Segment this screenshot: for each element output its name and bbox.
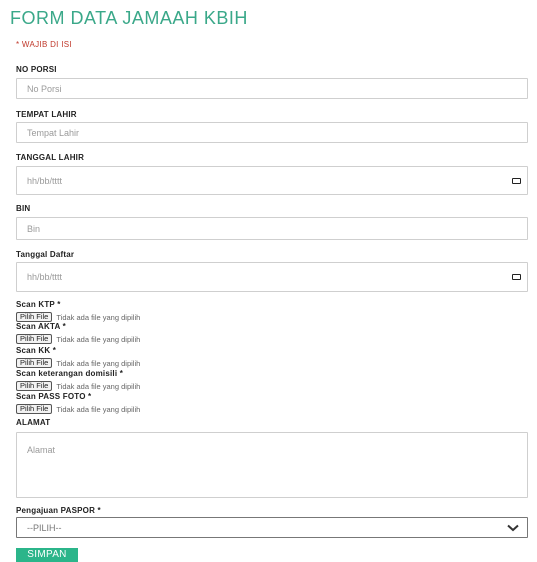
- no-porsi-label: NO PORSI: [16, 65, 57, 74]
- scan-foto-label: Scan PASS FOTO *: [16, 392, 92, 401]
- scan-ktp-file: Pilih File Tidak ada file yang dipilih: [16, 312, 140, 322]
- tempat-lahir-placeholder: Tempat Lahir: [27, 127, 80, 138]
- simpan-button[interactable]: SIMPAN: [16, 548, 78, 562]
- scan-kk-file: Pilih File Tidak ada file yang dipilih: [16, 358, 140, 368]
- calendar-icon[interactable]: [512, 274, 521, 280]
- scan-foto-file: Pilih File Tidak ada file yang dipilih: [16, 404, 140, 414]
- form-title: FORM DATA JAMAAH KBIH: [10, 8, 248, 28]
- scan-akta-label: Scan AKTA *: [16, 322, 66, 331]
- paspor-selected-value: --PILIH--: [27, 522, 62, 533]
- chevron-down-icon: [507, 524, 519, 531]
- tempat-lahir-label: TEMPAT LAHIR: [16, 110, 77, 119]
- file-status: Tidak ada file yang dipilih: [56, 334, 141, 344]
- choose-file-button[interactable]: Pilih File: [16, 358, 53, 368]
- tanggal-lahir-placeholder: hh/bb/tttt: [27, 175, 63, 186]
- scan-domisili-file: Pilih File Tidak ada file yang dipilih: [16, 381, 140, 391]
- scan-ktp-label: Scan KTP *: [16, 300, 61, 309]
- alamat-textarea[interactable]: Alamat: [16, 432, 528, 498]
- file-status: Tidak ada file yang dipilih: [56, 312, 141, 322]
- calendar-icon[interactable]: [512, 177, 521, 184]
- scan-akta-file: Pilih File Tidak ada file yang dipilih: [16, 334, 140, 344]
- bin-input[interactable]: Bin: [16, 217, 528, 240]
- bin-label: BIN: [16, 204, 31, 213]
- scan-kk-label: Scan KK *: [16, 346, 57, 355]
- scan-domisili-label: Scan keterangan domisili *: [16, 369, 124, 378]
- file-status: Tidak ada file yang dipilih: [56, 358, 141, 368]
- alamat-label: ALAMAT: [16, 418, 51, 427]
- choose-file-button[interactable]: Pilih File: [16, 381, 53, 391]
- tanggal-daftar-placeholder: hh/bb/tttt: [27, 272, 63, 282]
- choose-file-button[interactable]: Pilih File: [16, 312, 53, 322]
- paspor-select[interactable]: --PILIH--: [16, 517, 528, 538]
- tanggal-lahir-input[interactable]: hh/bb/tttt: [16, 166, 528, 195]
- tanggal-lahir-label: TANGGAL LAHIR: [16, 153, 85, 162]
- tempat-lahir-input[interactable]: Tempat Lahir: [16, 122, 528, 143]
- tanggal-daftar-label: Tanggal Daftar: [16, 250, 75, 259]
- alamat-placeholder: Alamat: [27, 445, 56, 455]
- no-porsi-placeholder: No Porsi: [27, 83, 62, 94]
- choose-file-button[interactable]: Pilih File: [16, 334, 53, 344]
- file-status: Tidak ada file yang dipilih: [56, 404, 141, 414]
- form-page: FORM DATA JAMAAH KBIH * WAJIB DI ISI NO …: [0, 0, 537, 562]
- choose-file-button[interactable]: Pilih File: [16, 404, 53, 414]
- paspor-label: Pengajuan PASPOR *: [16, 506, 101, 515]
- tanggal-daftar-input[interactable]: hh/bb/tttt: [16, 262, 528, 292]
- no-porsi-input[interactable]: No Porsi: [16, 78, 528, 99]
- file-status: Tidak ada file yang dipilih: [56, 381, 141, 391]
- required-note: * WAJIB DI ISI: [16, 40, 72, 49]
- bin-placeholder: Bin: [27, 223, 41, 234]
